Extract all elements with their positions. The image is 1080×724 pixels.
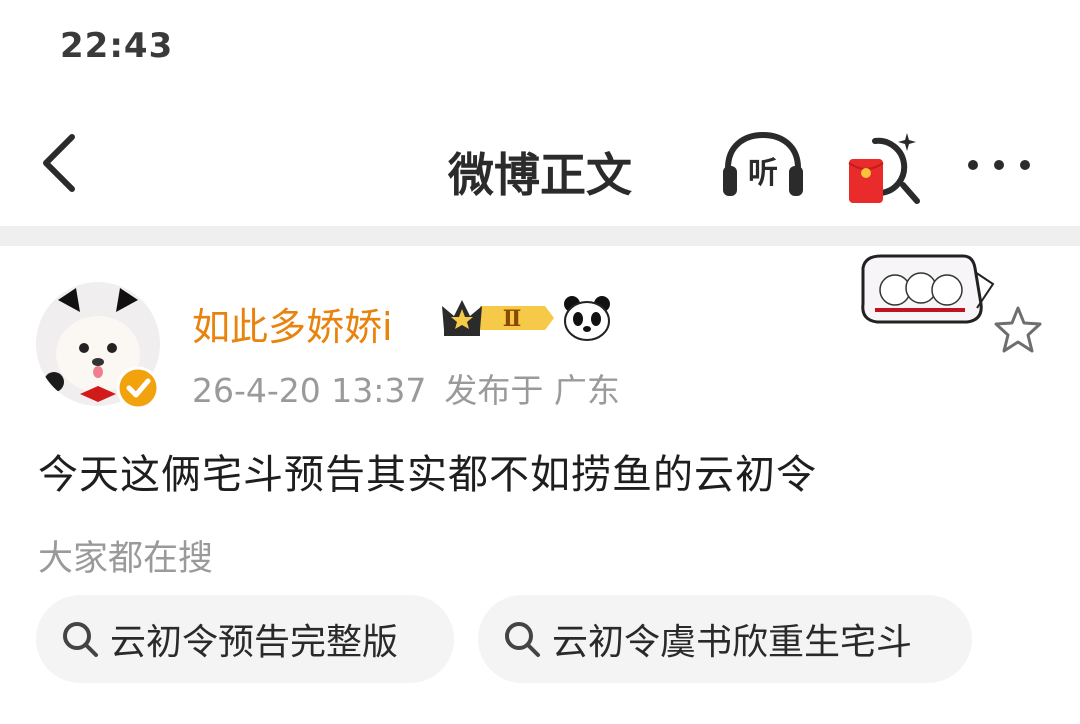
member-level-text: Ⅱ xyxy=(503,306,522,332)
decorative-card-sticker xyxy=(855,248,995,334)
section-divider xyxy=(0,226,1080,246)
favorite-star-button[interactable] xyxy=(990,302,1046,358)
listen-label: 听 xyxy=(748,156,778,191)
search-icon xyxy=(505,622,540,657)
listen-button[interactable]: 听 xyxy=(718,130,808,200)
red-packet-search-icon xyxy=(848,133,920,204)
crown-icon: Ⅱ xyxy=(442,300,554,336)
post-timestamp: 26-4-20 13:37 xyxy=(192,371,427,410)
related-search-chip[interactable]: 云初令预告完整版 xyxy=(36,595,454,683)
related-search-heading: 大家都在搜 xyxy=(38,539,214,579)
post-meta: 26-4-20 13:37 发布于 广东 xyxy=(192,364,620,412)
red-packet-search-button[interactable] xyxy=(845,127,925,207)
post-location: 发布于 广东 xyxy=(444,371,620,410)
more-horizontal-icon xyxy=(968,160,1030,170)
related-search-chip[interactable]: 云初令虞书欣重生宅斗 xyxy=(478,595,972,683)
author-name[interactable]: 如此多娇娇i xyxy=(192,296,393,351)
star-outline-icon xyxy=(994,306,1042,353)
status-bar-time: 22:43 xyxy=(60,26,174,66)
panda-emoji-icon xyxy=(562,294,612,342)
member-level-badge: Ⅱ xyxy=(440,296,555,340)
top-navigation-bar: 微博正文 听 xyxy=(0,115,1080,215)
verified-badge-icon xyxy=(116,366,160,410)
search-icon xyxy=(63,622,98,657)
related-search-chip-label: 云初令预告完整版 xyxy=(110,622,399,663)
post-body-text: 今天这俩宅斗预告其实都不如捞鱼的云初令 xyxy=(38,452,817,498)
more-options-button[interactable] xyxy=(964,145,1034,185)
related-search-chip-label: 云初令虞书欣重生宅斗 xyxy=(552,622,913,663)
